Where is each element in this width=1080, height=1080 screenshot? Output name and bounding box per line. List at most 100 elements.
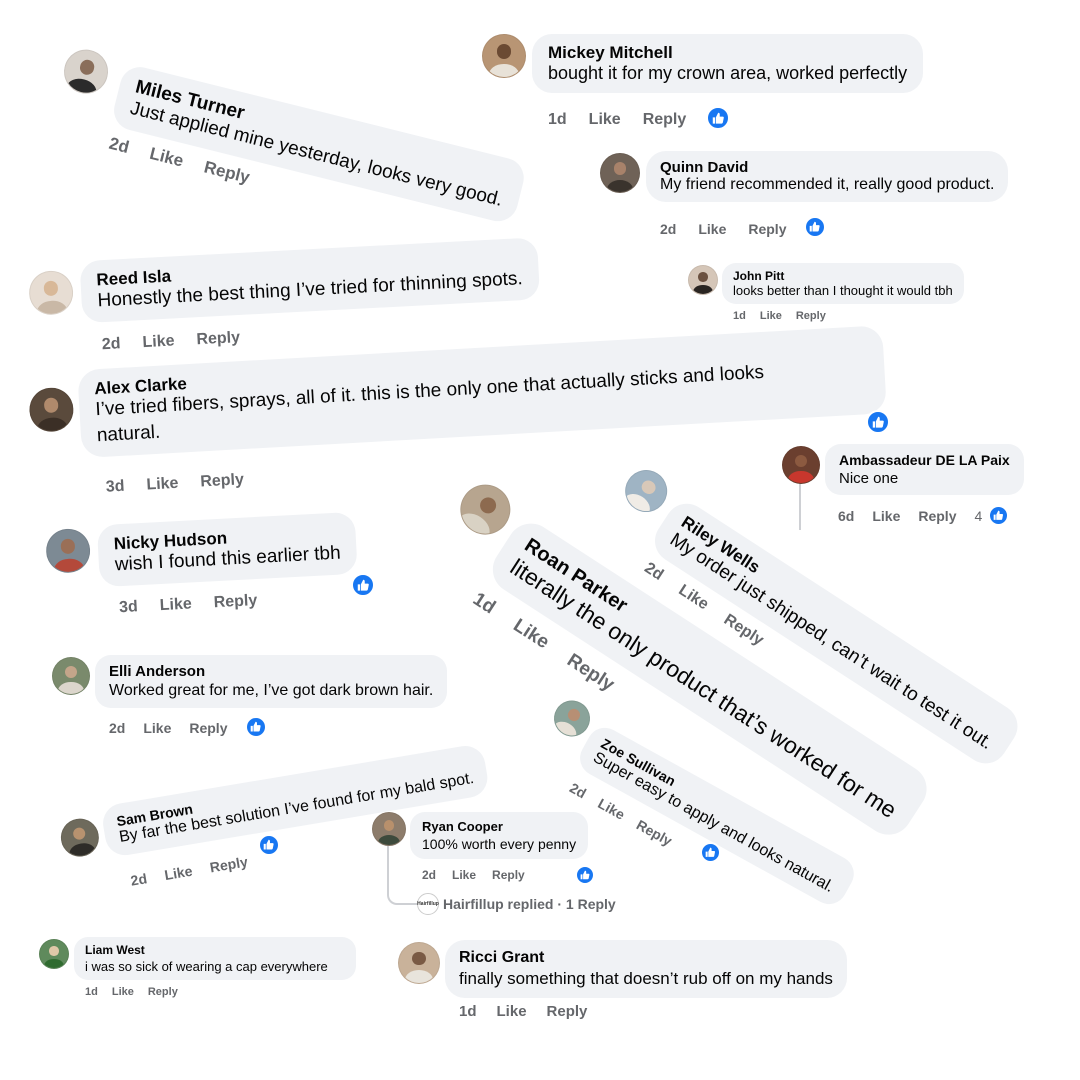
- comment-time[interactable]: 2d: [567, 779, 589, 801]
- like-button[interactable]: Like: [112, 986, 134, 998]
- reply-button[interactable]: Reply: [189, 720, 227, 736]
- reply-button[interactable]: Reply: [748, 221, 786, 237]
- reply-button[interactable]: Reply: [643, 111, 687, 128]
- avatar[interactable]: [482, 34, 526, 78]
- commenter-name[interactable]: Mickey Mitchell: [548, 43, 907, 63]
- avatar[interactable]: [52, 657, 90, 695]
- comment-bubble: Ryan Cooper 100% worth every penny: [410, 812, 589, 859]
- like-button[interactable]: Like: [509, 615, 552, 653]
- comment-time[interactable]: 1d: [469, 589, 499, 619]
- comment-actions: 2d Like Reply: [660, 221, 808, 237]
- avatar[interactable]: [58, 815, 102, 860]
- comment-time[interactable]: 2d: [129, 870, 148, 888]
- comment-text: Nice one: [839, 470, 899, 487]
- comment-actions: 1d Like Reply: [733, 310, 848, 322]
- reply-button[interactable]: Reply: [202, 157, 252, 187]
- like-button[interactable]: Like: [760, 310, 782, 322]
- commenter-name[interactable]: Elli Anderson: [109, 663, 433, 680]
- commenter-name[interactable]: Ryan Cooper: [422, 819, 576, 834]
- comment-text: i was so sick of wearing a cap everywher…: [85, 959, 328, 974]
- comment-bubble: Nicky Hudson wish I found this earlier t…: [96, 511, 358, 588]
- like-button[interactable]: Like: [698, 221, 726, 237]
- reply-button[interactable]: Reply: [918, 508, 956, 524]
- like-button[interactable]: Like: [146, 475, 179, 494]
- reply-button[interactable]: Reply: [148, 986, 178, 998]
- avatar[interactable]: [398, 942, 440, 984]
- avatar[interactable]: [617, 462, 676, 521]
- commenter-name[interactable]: Quinn David: [660, 159, 994, 176]
- like-button[interactable]: Like: [163, 863, 193, 883]
- like-button[interactable]: Like: [143, 720, 171, 736]
- reply-button[interactable]: Reply: [209, 853, 249, 875]
- reply-button[interactable]: Reply: [200, 471, 244, 490]
- comment-text: looks better than I thought it would tbh: [733, 283, 953, 298]
- comment-time[interactable]: 2d: [422, 868, 436, 882]
- avatar[interactable]: [59, 45, 113, 99]
- thumbs-up-icon[interactable]: [804, 216, 826, 238]
- page-avatar: Hairfillup: [417, 893, 439, 915]
- like-button[interactable]: Like: [148, 144, 186, 171]
- reply-button[interactable]: Reply: [796, 310, 826, 322]
- reply-button[interactable]: Reply: [196, 329, 240, 348]
- reply-button[interactable]: Reply: [213, 592, 257, 611]
- thumbs-up-icon[interactable]: [988, 505, 1009, 526]
- like-button[interactable]: Like: [595, 795, 627, 823]
- comment-time[interactable]: 6d: [838, 508, 854, 524]
- thumbs-up-icon[interactable]: [245, 716, 267, 738]
- comment-actions: 6d Like Reply 4: [838, 508, 982, 524]
- like-button[interactable]: Like: [497, 1003, 527, 1020]
- avatar[interactable]: [688, 265, 718, 295]
- comment-text: My friend recommended it, really good pr…: [660, 176, 995, 193]
- like-button[interactable]: Like: [452, 868, 476, 882]
- like-button[interactable]: Like: [142, 332, 175, 351]
- comment-time[interactable]: 2d: [101, 335, 121, 353]
- comment-text: Worked great for me, I’ve got dark brown…: [109, 682, 434, 699]
- avatar[interactable]: [450, 475, 520, 545]
- comment-time[interactable]: 2d: [641, 560, 666, 584]
- comment-actions: 2d Like Reply: [101, 328, 262, 354]
- commenter-name[interactable]: Ricci Grant: [459, 949, 833, 967]
- comment-time[interactable]: 2d: [660, 221, 676, 237]
- thread-line: [387, 845, 417, 905]
- comment-time[interactable]: 1d: [85, 986, 98, 998]
- avatar[interactable]: [39, 939, 69, 969]
- reply-button[interactable]: Reply: [634, 816, 675, 848]
- comment-bubble: Miles Turner Just applied mine yesterday…: [109, 62, 528, 226]
- comment-time[interactable]: 1d: [459, 1003, 477, 1020]
- comment-actions: 1d Like Reply: [459, 1003, 609, 1020]
- thumbs-up-icon[interactable]: [866, 410, 890, 434]
- comment-bubble: Liam West i was so sick of wearing a cap…: [74, 937, 356, 980]
- comment-actions: 3d Like Reply: [105, 470, 266, 497]
- commenter-name[interactable]: John Pitt: [733, 269, 953, 283]
- comment-bubble: John Pitt looks better than I thought it…: [722, 263, 964, 304]
- comment-time[interactable]: 3d: [119, 598, 139, 616]
- comment-text: bought it for my crown area, worked perf…: [548, 63, 908, 83]
- reply-button[interactable]: Reply: [547, 1003, 588, 1020]
- avatar[interactable]: [372, 812, 406, 846]
- commenter-name[interactable]: Ambassadeur DE LA Paix: [839, 452, 1010, 468]
- comment-time[interactable]: 2d: [107, 134, 131, 157]
- comment-time[interactable]: 3d: [105, 478, 125, 496]
- reply-button[interactable]: Reply: [492, 868, 525, 882]
- avatar[interactable]: [600, 153, 640, 193]
- thumbs-up-icon[interactable]: [575, 865, 595, 885]
- like-button[interactable]: Like: [872, 508, 900, 524]
- comment-actions: 2d Like Reply: [129, 850, 270, 888]
- thumbs-up-icon[interactable]: [258, 834, 280, 856]
- replies-label[interactable]: Hairfillup replied · 1 Reply: [443, 896, 616, 912]
- avatar[interactable]: [28, 386, 75, 433]
- avatar[interactable]: [782, 446, 820, 484]
- comment-time[interactable]: 1d: [733, 310, 746, 322]
- replies-link[interactable]: Hairfillup Hairfillup replied · 1 Reply: [417, 893, 616, 915]
- thumbs-up-icon[interactable]: [700, 842, 721, 863]
- avatar[interactable]: [45, 527, 92, 574]
- thumbs-up-icon[interactable]: [351, 573, 375, 597]
- commenter-name[interactable]: Liam West: [85, 943, 345, 957]
- comment-time[interactable]: 1d: [548, 111, 567, 128]
- like-button[interactable]: Like: [159, 595, 192, 614]
- comment-actions: 1d Like Reply: [85, 986, 200, 998]
- avatar[interactable]: [28, 269, 75, 316]
- comment-time[interactable]: 2d: [109, 720, 125, 736]
- like-button[interactable]: Like: [589, 111, 621, 128]
- thumbs-up-icon[interactable]: [706, 106, 730, 130]
